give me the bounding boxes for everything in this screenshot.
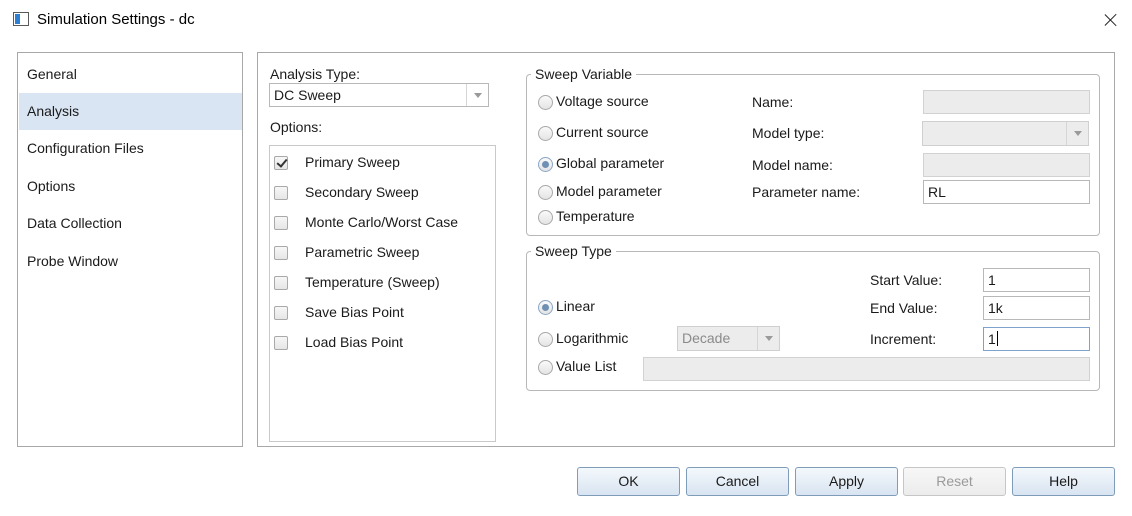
chevron-down-icon[interactable] bbox=[466, 84, 488, 106]
linear-label[interactable]: Linear bbox=[556, 298, 595, 314]
sweep-type-title: Sweep Type bbox=[531, 243, 616, 259]
analysis-type-label: Analysis Type: bbox=[270, 66, 361, 82]
value-list-field[interactable] bbox=[643, 357, 1090, 381]
nav-item-data-collection[interactable]: Data Collection bbox=[19, 205, 242, 242]
model-type-select[interactable] bbox=[922, 121, 1089, 146]
current-source-radio[interactable] bbox=[538, 126, 553, 141]
option-label: Secondary Sweep bbox=[305, 184, 419, 200]
end-value: 1k bbox=[988, 300, 1003, 316]
nav-item-general[interactable]: General bbox=[19, 56, 242, 93]
nav-item-probe-window[interactable]: Probe Window bbox=[19, 243, 242, 280]
end-value-label: End Value: bbox=[870, 300, 938, 316]
option-label: Temperature (Sweep) bbox=[305, 274, 440, 290]
log-scale-select[interactable]: Decade bbox=[677, 326, 780, 351]
logarithmic-label[interactable]: Logarithmic bbox=[556, 330, 628, 346]
chevron-down-icon[interactable] bbox=[757, 327, 779, 350]
nav-item-analysis[interactable]: Analysis bbox=[19, 93, 242, 130]
model-name-field[interactable] bbox=[923, 153, 1090, 177]
end-value-field[interactable]: 1k bbox=[983, 296, 1090, 320]
secondary-sweep-checkbox[interactable] bbox=[274, 186, 288, 200]
load-bias-point-checkbox[interactable] bbox=[274, 336, 288, 350]
voltage-source-radio[interactable] bbox=[538, 95, 553, 110]
text-caret bbox=[996, 331, 998, 346]
option-label: Parametric Sweep bbox=[305, 244, 420, 260]
start-value: 1 bbox=[988, 272, 996, 288]
name-field[interactable] bbox=[923, 90, 1090, 114]
analysis-type-select[interactable]: DC Sweep bbox=[269, 83, 489, 107]
parameter-name-value: RL bbox=[928, 184, 946, 200]
model-type-label: Model type: bbox=[752, 125, 825, 141]
sweep-variable-title: Sweep Variable bbox=[531, 66, 637, 82]
global-parameter-label[interactable]: Global parameter bbox=[556, 155, 664, 171]
analysis-type-value: DC Sweep bbox=[274, 87, 341, 103]
close-icon[interactable] bbox=[1098, 8, 1124, 32]
title-bar: Simulation Settings - dc bbox=[0, 0, 1132, 40]
monte-carlo-checkbox[interactable] bbox=[274, 216, 288, 230]
option-label: Monte Carlo/Worst Case bbox=[305, 214, 459, 230]
temperature-radio[interactable] bbox=[538, 210, 553, 225]
increment-value: 1 bbox=[988, 331, 996, 347]
nav-item-configuration-files[interactable]: Configuration Files bbox=[19, 130, 242, 167]
start-value-label: Start Value: bbox=[870, 272, 943, 288]
current-source-label[interactable]: Current source bbox=[556, 124, 649, 140]
window-title: Simulation Settings - dc bbox=[37, 11, 195, 28]
temperature-label[interactable]: Temperature bbox=[556, 208, 635, 224]
linear-radio[interactable] bbox=[538, 300, 553, 315]
save-bias-point-checkbox[interactable] bbox=[274, 306, 288, 320]
name-label: Name: bbox=[752, 94, 794, 110]
chevron-down-icon[interactable] bbox=[1066, 122, 1088, 145]
log-scale-value: Decade bbox=[682, 330, 731, 346]
options-label: Options: bbox=[270, 119, 323, 135]
global-parameter-radio[interactable] bbox=[538, 157, 553, 172]
increment-label: Increment: bbox=[870, 331, 937, 347]
options-list: Primary Sweep Secondary Sweep Monte Carl… bbox=[269, 145, 496, 442]
cancel-button[interactable]: Cancel bbox=[686, 467, 789, 496]
parametric-sweep-checkbox[interactable] bbox=[274, 246, 288, 260]
parameter-name-field[interactable]: RL bbox=[923, 180, 1090, 204]
app-icon bbox=[13, 12, 29, 26]
option-label: Load Bias Point bbox=[305, 334, 404, 350]
help-button[interactable]: Help bbox=[1012, 467, 1115, 496]
logarithmic-radio[interactable] bbox=[538, 332, 553, 347]
parameter-name-label: Parameter name: bbox=[752, 184, 861, 200]
increment-value-wrap: 1 bbox=[988, 328, 998, 350]
ok-button[interactable]: OK bbox=[577, 467, 680, 496]
option-label: Primary Sweep bbox=[305, 154, 400, 170]
option-label: Save Bias Point bbox=[305, 304, 404, 320]
reset-button[interactable]: Reset bbox=[903, 467, 1006, 496]
primary-sweep-checkbox[interactable] bbox=[274, 156, 288, 170]
model-name-label: Model name: bbox=[752, 157, 833, 173]
model-parameter-radio[interactable] bbox=[538, 185, 553, 200]
value-list-label[interactable]: Value List bbox=[556, 358, 616, 374]
value-list-radio[interactable] bbox=[538, 360, 553, 375]
increment-field[interactable]: 1 bbox=[983, 327, 1090, 351]
model-parameter-label[interactable]: Model parameter bbox=[556, 183, 662, 199]
temperature-sweep-checkbox[interactable] bbox=[274, 276, 288, 290]
start-value-field[interactable]: 1 bbox=[983, 268, 1090, 292]
voltage-source-label[interactable]: Voltage source bbox=[556, 93, 649, 109]
apply-button[interactable]: Apply bbox=[795, 467, 898, 496]
settings-nav: General Analysis Configuration Files Opt… bbox=[17, 52, 243, 447]
nav-item-options[interactable]: Options bbox=[19, 168, 242, 205]
